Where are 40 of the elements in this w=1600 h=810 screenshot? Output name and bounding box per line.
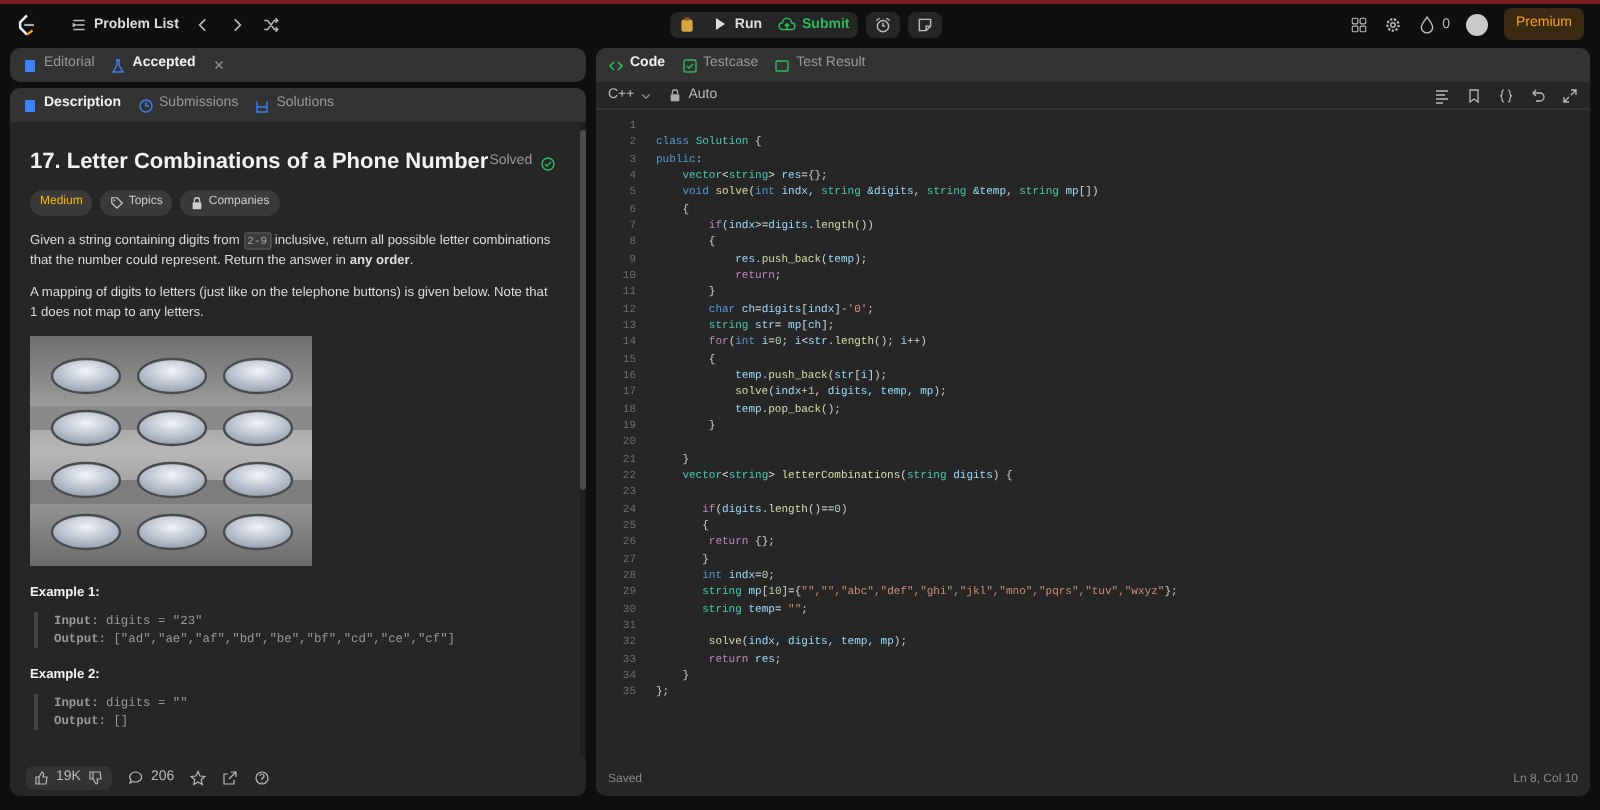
format-icon[interactable] xyxy=(1434,87,1450,103)
shuffle-icon[interactable] xyxy=(262,15,281,33)
timer-button[interactable] xyxy=(865,11,900,37)
problem-title: 17. Letter Combinations of a Phone Number xyxy=(30,150,489,177)
logo-icon[interactable] xyxy=(16,13,38,35)
clock-icon xyxy=(137,97,154,113)
lock-icon xyxy=(190,196,205,211)
lock-icon xyxy=(668,88,683,102)
debug-icon[interactable] xyxy=(678,15,697,33)
grid-icon[interactable] xyxy=(1350,15,1369,33)
dislike-icon[interactable] xyxy=(88,769,105,785)
upload-icon xyxy=(778,15,797,33)
avatar[interactable] xyxy=(1465,13,1488,35)
notes-button[interactable] xyxy=(907,11,942,37)
play-icon xyxy=(712,16,729,32)
flask-icon xyxy=(110,57,127,73)
braces-icon[interactable] xyxy=(1498,87,1514,103)
thumbs-up-icon xyxy=(34,769,50,785)
scrollbar[interactable] xyxy=(580,122,586,758)
bookmark-icon[interactable] xyxy=(1466,87,1482,103)
list-icon xyxy=(70,15,88,33)
document-icon xyxy=(22,97,38,113)
checkbox-icon xyxy=(681,57,697,73)
terminal-icon xyxy=(774,57,791,73)
tag-icon xyxy=(110,196,125,211)
check-icon xyxy=(540,155,557,172)
drop-icon xyxy=(1418,15,1437,33)
close-icon[interactable] xyxy=(211,58,226,72)
caret-icon xyxy=(640,89,653,101)
settings-icon[interactable] xyxy=(1384,15,1403,33)
star-icon[interactable] xyxy=(190,769,207,785)
expand-icon[interactable] xyxy=(1562,87,1578,103)
reset-icon[interactable] xyxy=(1530,87,1546,103)
help-icon[interactable] xyxy=(254,769,271,785)
document-icon xyxy=(22,57,38,73)
note-icon xyxy=(915,15,934,33)
comment-icon xyxy=(128,769,145,785)
alarm-clock-icon xyxy=(873,15,892,33)
share-icon[interactable] xyxy=(222,769,239,785)
code-icon xyxy=(608,57,624,73)
